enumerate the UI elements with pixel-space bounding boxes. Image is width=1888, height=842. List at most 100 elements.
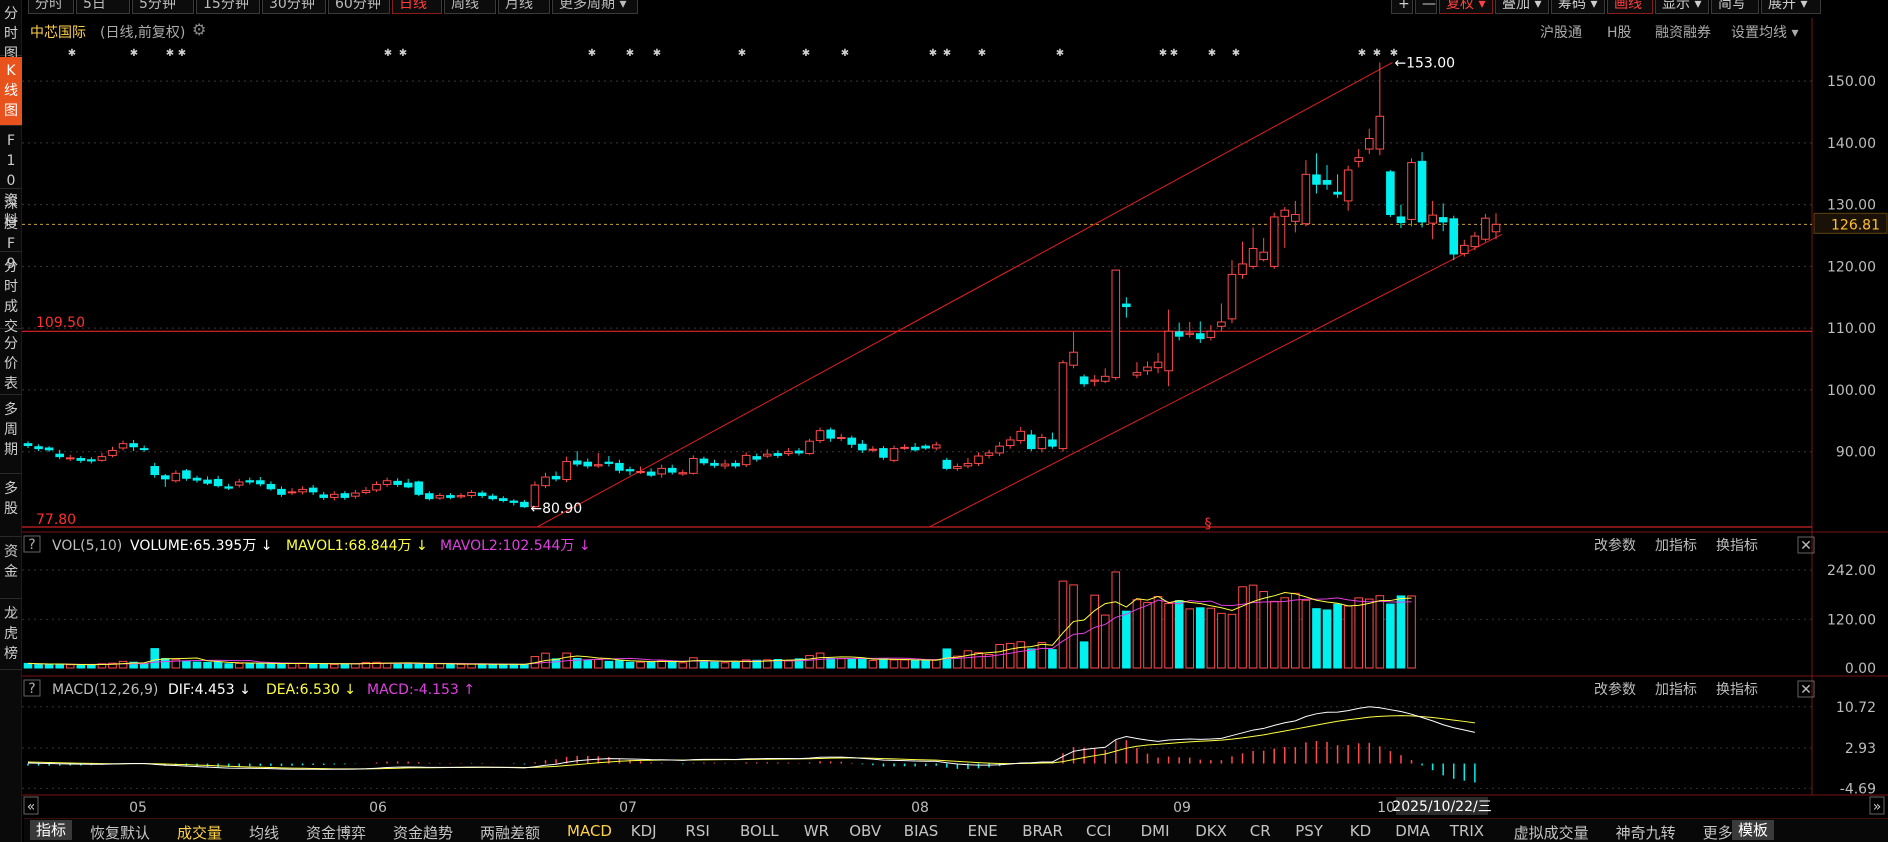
volume-bar[interactable]: [720, 662, 730, 669]
sidebar-item-6[interactable]: 多周期: [0, 396, 22, 474]
volume-bar[interactable]: [1333, 603, 1342, 669]
sidebar-item-5[interactable]: 分价表: [0, 330, 22, 395]
candle-body[interactable]: [720, 463, 730, 467]
candle-body[interactable]: [1111, 269, 1121, 379]
candle-body[interactable]: [403, 482, 413, 488]
candle-body[interactable]: [509, 500, 519, 503]
candle-body[interactable]: [1079, 376, 1089, 385]
candle-body[interactable]: [213, 478, 223, 487]
candle-body[interactable]: [1481, 217, 1490, 240]
candle-body[interactable]: [678, 472, 688, 475]
candle-body[interactable]: [1048, 439, 1057, 447]
indicator-tab-9[interactable]: RSI: [685, 822, 709, 840]
volume-bar[interactable]: [1195, 607, 1205, 669]
indicator-tab-19[interactable]: CR: [1250, 822, 1271, 840]
candle-body[interactable]: [76, 457, 86, 461]
indicator-tab-13[interactable]: BIAS: [904, 822, 939, 840]
volume-bar[interactable]: [139, 663, 149, 669]
volume-bar[interactable]: [1259, 591, 1268, 669]
volume-bar[interactable]: [520, 663, 529, 669]
volume-bar[interactable]: [213, 661, 223, 669]
candle-body[interactable]: [1375, 115, 1385, 150]
volume-bar[interactable]: [277, 663, 286, 669]
candle-body[interactable]: [784, 451, 793, 455]
volume-bar[interactable]: [319, 663, 329, 669]
volume-bar[interactable]: [1280, 597, 1290, 669]
volume-bar[interactable]: [245, 662, 255, 669]
volume-bar[interactable]: [234, 662, 244, 669]
candle-body[interactable]: [266, 483, 276, 490]
indicator-tab-18[interactable]: DKX: [1195, 822, 1227, 840]
candle-body[interactable]: [277, 488, 286, 495]
volume-bar[interactable]: [340, 663, 350, 669]
volume-bar[interactable]: [615, 660, 624, 669]
volume-bar[interactable]: [1122, 610, 1131, 669]
volume-bar[interactable]: [287, 662, 297, 669]
candle-body[interactable]: [340, 493, 350, 498]
candle-body[interactable]: [1005, 439, 1015, 447]
volume-bar[interactable]: [1206, 607, 1216, 669]
candle-body[interactable]: [435, 495, 445, 499]
candle-body[interactable]: [1322, 180, 1332, 185]
candle-body[interactable]: [87, 459, 96, 462]
indicator-tab-12[interactable]: OBV: [849, 822, 881, 840]
volume-bar[interactable]: [393, 662, 402, 669]
volume-bar[interactable]: [23, 662, 33, 669]
volume-bar[interactable]: [382, 662, 392, 669]
candle-body[interactable]: [1164, 330, 1173, 372]
volume-bar[interactable]: [44, 664, 54, 669]
candle-body[interactable]: [615, 462, 624, 471]
candle-body[interactable]: [150, 466, 160, 476]
sidebar-item-1[interactable]: K线图: [0, 57, 22, 126]
candle-body[interactable]: [689, 457, 698, 474]
indicator-tab-8[interactable]: KDJ: [631, 822, 657, 840]
volume-bar[interactable]: [1143, 602, 1152, 669]
volume-bar[interactable]: [1005, 642, 1015, 669]
volume-bar[interactable]: [995, 643, 1004, 669]
volume-bar[interactable]: [1364, 598, 1374, 669]
candle-body[interactable]: [1396, 216, 1406, 224]
candle-body[interactable]: [520, 501, 529, 508]
indicator-tab-0[interactable]: 指标: [30, 820, 73, 840]
channel-upper-line[interactable]: [536, 62, 1393, 528]
volume-bar[interactable]: [784, 660, 793, 669]
candle-body[interactable]: [995, 445, 1004, 454]
candle-body[interactable]: [446, 495, 455, 498]
channel-lower-line[interactable]: [928, 233, 1503, 528]
candle-body[interactable]: [1259, 251, 1268, 261]
volume-bar[interactable]: [509, 663, 519, 669]
candle-body[interactable]: [1333, 191, 1342, 195]
volume-bar[interactable]: [1407, 595, 1416, 669]
candle-body[interactable]: [572, 460, 582, 465]
volume-bar[interactable]: [1069, 584, 1078, 669]
candle-body[interactable]: [498, 498, 508, 501]
indicator-tab-5[interactable]: 资金趋势: [393, 822, 453, 842]
candle-body[interactable]: [298, 488, 307, 493]
candle-body[interactable]: [942, 459, 952, 469]
candle-body[interactable]: [1428, 214, 1437, 224]
candle-body[interactable]: [1132, 372, 1142, 376]
candle-body[interactable]: [541, 476, 550, 487]
sidebar-item-3[interactable]: 深度F9: [0, 190, 22, 272]
volume-bar[interactable]: [1058, 580, 1068, 669]
volume-bar[interactable]: [604, 660, 614, 669]
volume-bar[interactable]: [805, 655, 814, 669]
candle-body[interactable]: [1185, 332, 1195, 335]
volume-bar[interactable]: [1354, 597, 1364, 669]
candle-body[interactable]: [256, 480, 265, 485]
volume-bar[interactable]: [963, 650, 973, 669]
volume-bar[interactable]: [1037, 642, 1047, 669]
candle-body[interactable]: [414, 481, 424, 495]
indicator-tab-2[interactable]: 成交量: [177, 822, 222, 842]
candle-body[interactable]: [625, 469, 635, 472]
volume-bar[interactable]: [87, 664, 96, 669]
indicator-tab-1[interactable]: 恢复默认: [90, 822, 150, 842]
candle-body[interactable]: [1438, 217, 1448, 223]
volume-bar[interactable]: [636, 661, 645, 669]
macd-action-1[interactable]: 加指标: [1655, 682, 1697, 698]
candle-body[interactable]: [710, 462, 719, 466]
candle-body[interactable]: [667, 467, 677, 473]
candle-body[interactable]: [1100, 375, 1110, 382]
candle-body[interactable]: [171, 472, 181, 482]
candle-body[interactable]: [1269, 216, 1279, 267]
